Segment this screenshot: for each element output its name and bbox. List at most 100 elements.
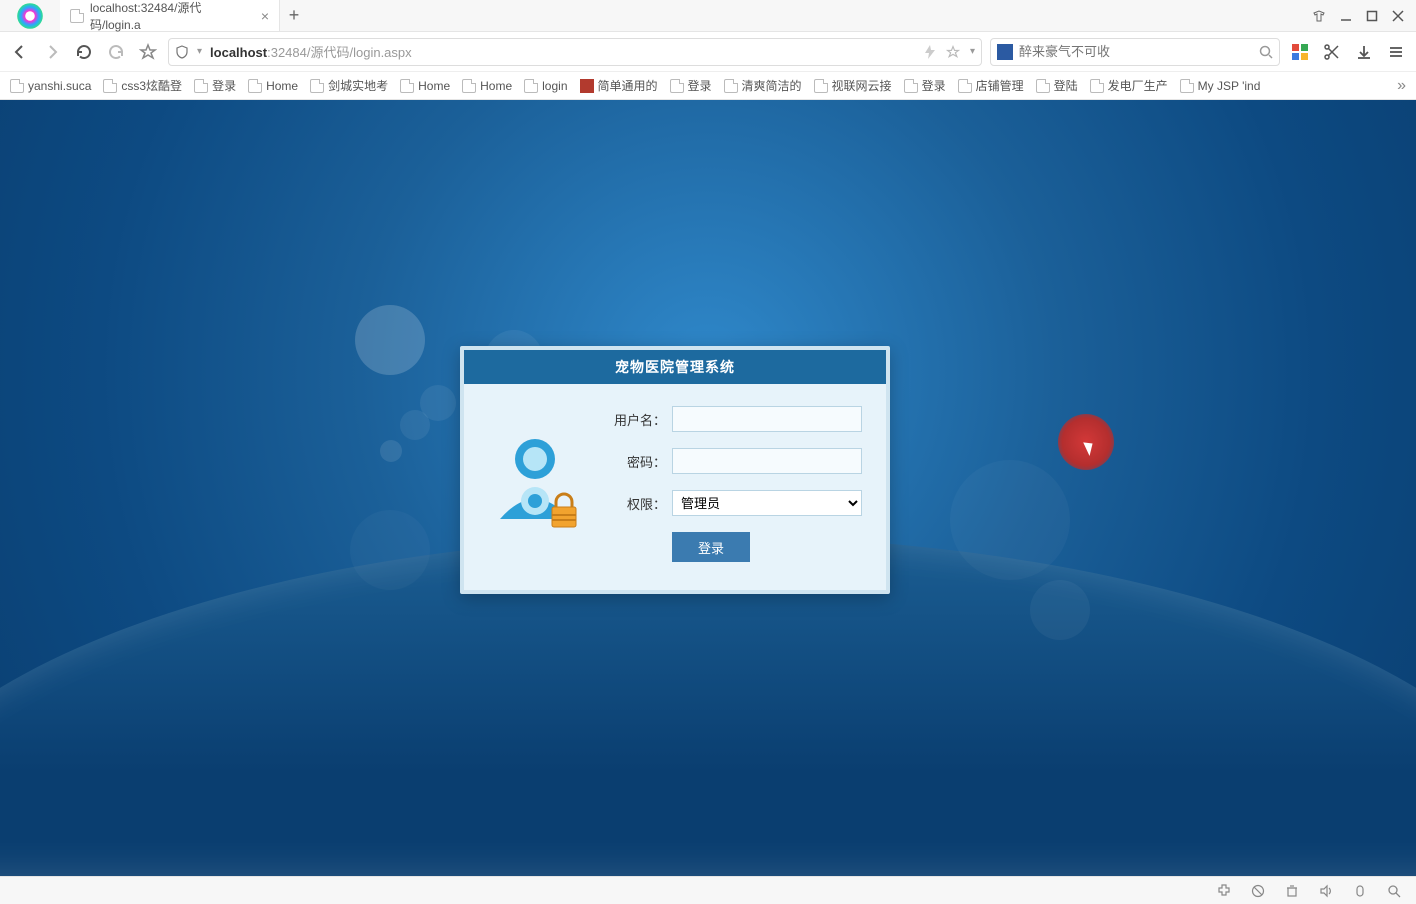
bookmark-label: 店铺管理 <box>976 77 1024 94</box>
bookmark-item[interactable]: My JSP 'ind <box>1180 79 1261 93</box>
bookmark-item[interactable]: 简单通用的 <box>580 77 658 94</box>
page-icon <box>724 79 738 93</box>
bookmark-label: login <box>542 79 567 93</box>
address-bar[interactable]: ▾ localhost:32484/源代码/login.aspx ▾ <box>168 38 982 66</box>
bookmark-item[interactable]: login <box>524 79 567 93</box>
close-icon[interactable]: × <box>261 8 269 24</box>
bookmark-label: css3炫酷登 <box>121 77 182 94</box>
browser-app-icon <box>0 0 60 32</box>
chevron-down-icon[interactable]: ▾ <box>970 46 975 57</box>
bookmark-item[interactable]: 登陆 <box>1036 77 1078 94</box>
flash-icon[interactable] <box>924 45 936 59</box>
forward-button[interactable] <box>40 40 64 64</box>
bookmark-item[interactable]: 清爽简洁的 <box>724 77 802 94</box>
role-select[interactable]: 管理员 <box>672 490 862 516</box>
login-title: 宠物医院管理系统 <box>464 350 886 384</box>
shield-icon <box>175 45 189 59</box>
close-window-icon[interactable] <box>1392 10 1404 22</box>
address-host: localhost <box>210 45 267 60</box>
bookmark-item[interactable]: Home <box>248 79 298 93</box>
bokeh-circle <box>380 440 402 462</box>
bookmark-label: 登录 <box>922 77 946 94</box>
bokeh-circle <box>1030 580 1090 640</box>
bookmark-label: 登录 <box>688 77 712 94</box>
bookmark-label: Home <box>266 79 298 93</box>
bookmark-item[interactable]: 登录 <box>194 77 236 94</box>
page-icon <box>524 79 538 93</box>
window-controls <box>1300 0 1416 31</box>
bookmark-label: 简单通用的 <box>598 77 658 94</box>
page-icon <box>103 79 117 93</box>
scroll-icon[interactable] <box>1352 884 1368 898</box>
bookmark-label: Home <box>418 79 450 93</box>
bookmark-item[interactable]: 视联网云接 <box>814 77 892 94</box>
page-icon <box>1036 79 1050 93</box>
username-input[interactable] <box>672 406 862 432</box>
volume-icon[interactable] <box>1318 884 1334 898</box>
block-icon[interactable] <box>1250 884 1266 898</box>
new-tab-button[interactable]: + <box>280 0 308 31</box>
bookmark-item[interactable]: yanshi.suca <box>10 79 91 93</box>
bookmark-item[interactable]: css3炫酷登 <box>103 77 182 94</box>
username-label: 用户名： <box>604 410 666 429</box>
tab-title: localhost:32484/源代码/login.a <box>90 0 251 33</box>
menu-icon[interactable] <box>1384 40 1408 64</box>
login-form: 用户名： 密码： 权限： 管理员 登录 <box>604 406 862 562</box>
login-button[interactable]: 登录 <box>672 532 750 562</box>
maximize-icon[interactable] <box>1366 10 1378 22</box>
password-label: 密码： <box>604 452 666 471</box>
search-input[interactable] <box>1019 44 1253 59</box>
role-label: 权限： <box>604 494 666 513</box>
page-icon <box>814 79 828 93</box>
cursor-highlight <box>1058 414 1114 470</box>
download-icon[interactable] <box>1352 40 1376 64</box>
star-icon[interactable] <box>946 45 960 59</box>
bookmark-item[interactable]: 发电厂生产 <box>1090 77 1168 94</box>
bookmark-item[interactable]: 剑城实地考 <box>310 77 388 94</box>
scissors-icon[interactable] <box>1320 40 1344 64</box>
undo-button[interactable] <box>104 40 128 64</box>
bookmarks-bar: yanshi.suca css3炫酷登 登录 Home 剑城实地考 Home H… <box>0 72 1416 100</box>
bookmark-item[interactable]: 登录 <box>904 77 946 94</box>
zoom-icon[interactable] <box>1386 884 1402 898</box>
page-icon <box>194 79 208 93</box>
address-port: :32484 <box>267 45 307 60</box>
bookmark-label: 登陆 <box>1054 77 1078 94</box>
plugin-icon[interactable] <box>1216 884 1232 898</box>
favorite-button[interactable] <box>136 40 160 64</box>
bookmarks-overflow[interactable]: » <box>1397 77 1406 95</box>
status-bar <box>0 876 1416 904</box>
page-icon <box>1090 79 1104 93</box>
trash-icon[interactable] <box>1284 884 1300 898</box>
bookmark-label: My JSP 'ind <box>1198 79 1261 93</box>
bookmark-item[interactable]: Home <box>462 79 512 93</box>
minimize-icon[interactable] <box>1340 10 1352 22</box>
page-icon <box>904 79 918 93</box>
bookmark-label: 剑城实地考 <box>328 77 388 94</box>
bookmark-item[interactable]: 登录 <box>670 77 712 94</box>
page-icon <box>670 79 684 93</box>
wardrobe-icon[interactable] <box>1312 9 1326 23</box>
bookmark-label: yanshi.suca <box>28 79 91 93</box>
bookmark-label: 视联网云接 <box>832 77 892 94</box>
search-icon[interactable] <box>1259 45 1273 59</box>
reload-button[interactable] <box>72 40 96 64</box>
search-engine-icon <box>997 44 1013 60</box>
apps-button[interactable] <box>1288 40 1312 64</box>
page-icon <box>70 9 84 23</box>
bokeh-circle <box>950 460 1070 580</box>
page-icon <box>1180 79 1194 93</box>
bookmark-label: Home <box>480 79 512 93</box>
password-input[interactable] <box>672 448 862 474</box>
address-text: localhost:32484/源代码/login.aspx <box>210 42 916 61</box>
browser-search[interactable] <box>990 38 1280 66</box>
chevron-down-icon[interactable]: ▾ <box>197 46 202 57</box>
browser-tab[interactable]: localhost:32484/源代码/login.a × <box>60 0 280 31</box>
fire-icon <box>580 79 594 93</box>
back-button[interactable] <box>8 40 32 64</box>
bookmark-item[interactable]: Home <box>400 79 450 93</box>
page-icon <box>248 79 262 93</box>
page-icon <box>958 79 972 93</box>
page-icon <box>10 79 24 93</box>
bookmark-item[interactable]: 店铺管理 <box>958 77 1024 94</box>
